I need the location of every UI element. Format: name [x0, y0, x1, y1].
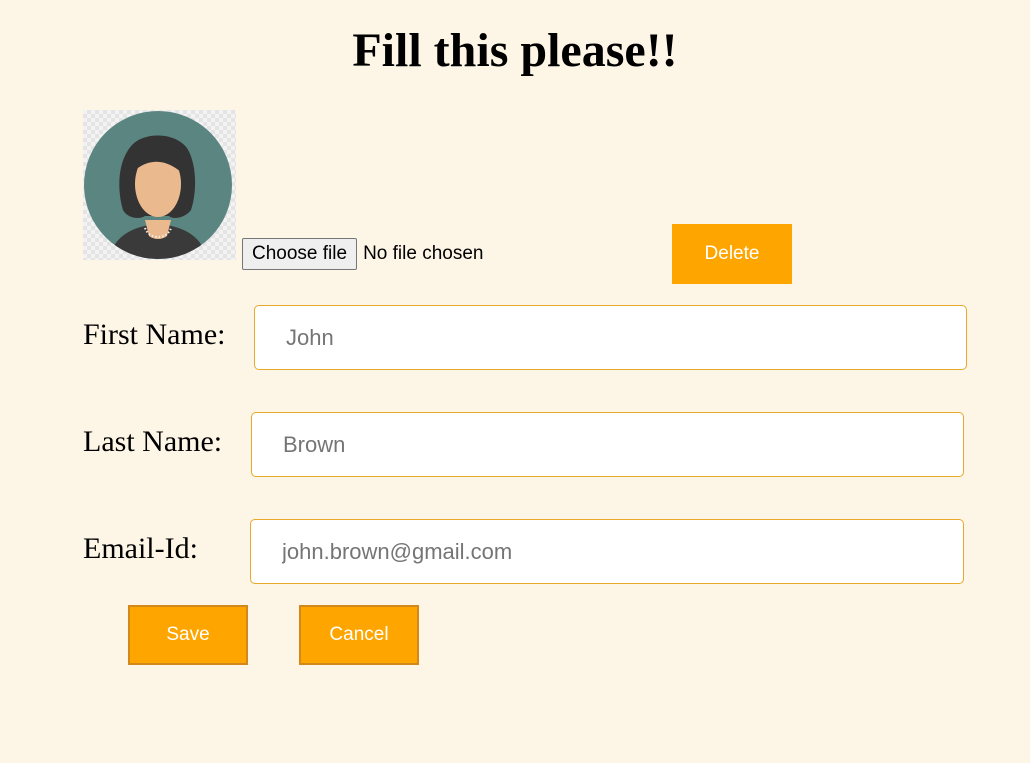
- file-upload: Choose file No file chosen: [242, 238, 483, 270]
- last-name-label: Last Name:: [83, 425, 223, 458]
- save-button[interactable]: Save: [128, 605, 248, 665]
- first-name-input[interactable]: [254, 305, 967, 370]
- page-title: Fill this please!!: [352, 24, 678, 77]
- avatar: [83, 110, 236, 260]
- choose-file-button[interactable]: Choose file: [242, 238, 358, 270]
- last-name-input[interactable]: [251, 412, 964, 477]
- delete-button[interactable]: Delete: [672, 224, 792, 284]
- email-input[interactable]: [250, 519, 964, 584]
- first-name-label: First Name:: [83, 318, 226, 351]
- woman-avatar-icon: [84, 111, 232, 259]
- cancel-button[interactable]: Cancel: [299, 605, 419, 665]
- email-label: Email-Id:: [83, 532, 198, 565]
- file-status-text: No file chosen: [363, 243, 484, 264]
